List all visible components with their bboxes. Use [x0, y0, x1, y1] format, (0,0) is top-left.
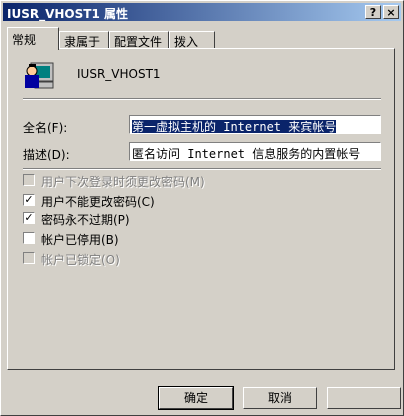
- account-locked-checkbox[interactable]: [23, 252, 35, 264]
- cannot-change-password-checkbox[interactable]: ✓: [23, 194, 35, 206]
- fullname-value: 第一虚拟主机的 Internet 来宾帐号: [132, 120, 337, 134]
- user-name: IUSR_VHOST1: [77, 67, 161, 81]
- tab-general-label: 常规: [12, 33, 37, 47]
- must-change-password-label: 用户下次登录时须更改密码(M): [41, 175, 205, 189]
- close-button[interactable]: ×: [383, 5, 399, 19]
- properties-window: IUSR_VHOST1 属性 ? × 常规 隶属于 配置文件 拨入 IUSR_V…: [0, 0, 404, 416]
- fullname-label: 全名(F):: [23, 121, 68, 135]
- separator: [23, 168, 381, 170]
- tab-general[interactable]: 常规: [7, 27, 59, 50]
- window-title: IUSR_VHOST1 属性: [7, 7, 128, 21]
- tab-member-of-label: 隶属于: [64, 35, 101, 49]
- password-never-expires-checkbox[interactable]: ✓: [23, 212, 35, 224]
- description-value: 匿名访问 Internet 信息服务的内置帐号: [132, 147, 361, 161]
- tab-dial-in[interactable]: 拨入: [169, 31, 215, 49]
- password-never-expires-label: 密码永不过期(P): [41, 213, 130, 227]
- cancel-button[interactable]: 取消: [243, 387, 317, 409]
- apply-button[interactable]: [327, 387, 401, 409]
- separator: [23, 98, 381, 100]
- tab-profile-label: 配置文件: [114, 35, 163, 49]
- tab-member-of[interactable]: 隶属于: [59, 31, 109, 49]
- tab-profile[interactable]: 配置文件: [109, 31, 169, 49]
- fullname-field[interactable]: 第一虚拟主机的 Internet 来宾帐号: [129, 115, 381, 134]
- account-disabled-label: 帐户已停用(B): [41, 233, 119, 247]
- cannot-change-password-label: 用户不能更改密码(C): [41, 195, 155, 209]
- help-button[interactable]: ?: [365, 5, 381, 19]
- description-field[interactable]: 匿名访问 Internet 信息服务的内置帐号: [129, 142, 381, 161]
- must-change-password-checkbox[interactable]: [23, 174, 35, 186]
- description-label: 描述(D):: [23, 148, 70, 162]
- account-locked-label: 帐户已锁定(O): [41, 253, 120, 267]
- ok-button[interactable]: 确定: [158, 386, 234, 410]
- user-icon: [25, 62, 54, 89]
- title-bar[interactable]: IUSR_VHOST1 属性 ? ×: [3, 3, 401, 21]
- tab-dial-in-label: 拨入: [174, 35, 199, 49]
- account-disabled-checkbox[interactable]: [23, 232, 35, 244]
